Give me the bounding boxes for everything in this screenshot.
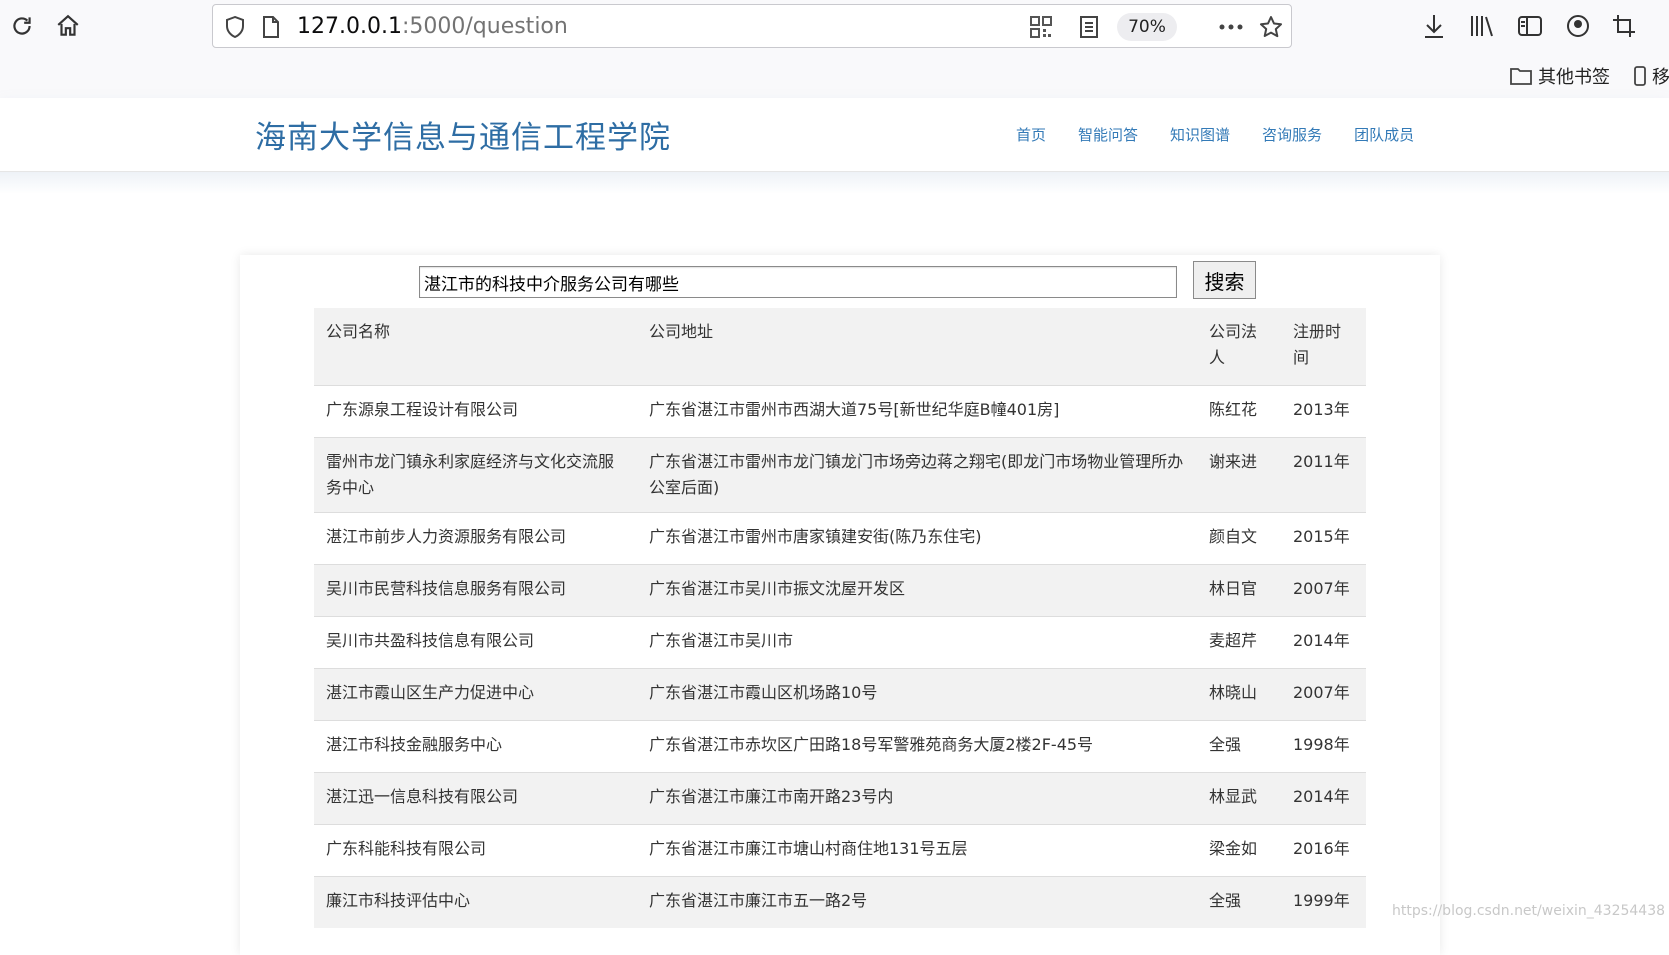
reader-view-icon[interactable] <box>1075 13 1103 41</box>
page-info-icon[interactable] <box>257 13 285 41</box>
header-legal-person: 公司法人 <box>1209 322 1258 367</box>
shield-icon[interactable] <box>221 13 249 41</box>
cell-company-address: 广东省湛江市赤坎区广田路18号军警雅苑商务大厦2楼2F-45号 <box>649 734 1094 754</box>
bookmark-other-label: 其他书签 <box>1538 67 1610 88</box>
search-button[interactable]: 搜索 <box>1193 261 1256 299</box>
cell-company-name: 广东科能科技有限公司 <box>326 838 487 858</box>
cell-company-name: 湛江市科技金融服务中心 <box>326 734 503 754</box>
cell-company-name: 湛江市霞山区生产力促进中心 <box>326 682 535 702</box>
home-icon[interactable] <box>52 10 84 42</box>
cell-register-time: 2014年 <box>1293 630 1350 650</box>
header-company-address: 公司地址 <box>649 322 714 341</box>
table-row: 湛江迅一信息科技有限公司 广东省湛江市廉江市南开路23号内 林显武 2014年 <box>314 772 1366 824</box>
browser-toolbar: 127.0.0.1:5000/question 70% 其他书签 移 <box>0 0 1669 98</box>
cell-legal-person: 全强 <box>1209 890 1242 910</box>
address-bar[interactable]: 127.0.0.1:5000/question 70% <box>212 4 1292 48</box>
cell-register-time: 2014年 <box>1293 786 1350 806</box>
bookmark-star-icon[interactable] <box>1257 13 1285 41</box>
table-row: 湛江市科技金融服务中心 广东省湛江市赤坎区广田路18号军警雅苑商务大厦2楼2F-… <box>314 720 1366 772</box>
table-row: 广东科能科技有限公司 广东省湛江市廉江市塘山村商住地131号五层 梁金如 201… <box>314 824 1366 876</box>
cell-legal-person: 陈红花 <box>1209 399 1258 419</box>
reload-icon[interactable] <box>6 10 38 42</box>
cell-legal-person: 全强 <box>1209 734 1242 754</box>
cell-register-time: 2013年 <box>1293 399 1350 419</box>
library-icon[interactable] <box>1466 10 1498 42</box>
cell-register-time: 2011年 <box>1293 451 1350 471</box>
cell-company-name: 吴川市共盈科技信息有限公司 <box>326 630 535 650</box>
nav-qa[interactable]: 智能问答 <box>1078 124 1138 145</box>
folder-icon <box>1510 68 1532 85</box>
qr-code-icon[interactable] <box>1027 13 1055 41</box>
cell-legal-person: 林晓山 <box>1209 682 1258 702</box>
table-row: 吴川市民营科技信息服务有限公司 广东省湛江市吴川市振文沈屋开发区 林日官 200… <box>314 564 1366 616</box>
site-nav: 首页 智能问答 知识图谱 咨询服务 团队成员 <box>1016 124 1446 145</box>
crop-icon[interactable] <box>1608 10 1640 42</box>
table-row: 廉江市科技评估中心 广东省湛江市廉江市五一路2号 全强 1999年 <box>314 876 1366 928</box>
cell-legal-person: 林日官 <box>1209 578 1258 598</box>
cell-legal-person: 谢来进 <box>1209 451 1258 471</box>
results-table: 公司名称 公司地址 公司法人 注册时间 广东源泉工程设计有限公司 广东省湛江市雷… <box>314 308 1366 928</box>
cell-company-name: 雷州市龙门镇永利家庭经济与文化交流服务中心 <box>326 451 615 497</box>
nav-knowledge-graph[interactable]: 知识图谱 <box>1170 124 1230 145</box>
site-title[interactable]: 海南大学信息与通信工程学院 <box>255 112 671 157</box>
search-input[interactable] <box>419 266 1177 298</box>
cell-company-address: 广东省湛江市吴川市振文沈屋开发区 <box>649 578 906 598</box>
cell-company-address: 广东省湛江市雷州市唐家镇建安街(陈乃东住宅) <box>649 526 982 546</box>
cell-legal-person: 林显武 <box>1209 786 1258 806</box>
cell-register-time: 1999年 <box>1293 890 1350 910</box>
cell-register-time: 2007年 <box>1293 682 1350 702</box>
cell-company-address: 广东省湛江市廉江市五一路2号 <box>649 890 868 910</box>
table-row: 湛江市前步人力资源服务有限公司 广东省湛江市雷州市唐家镇建安街(陈乃东住宅) 颜… <box>314 512 1366 564</box>
cell-company-address: 广东省湛江市雷州市西湖大道75号[新世纪华庭B幢401房] <box>649 399 1060 419</box>
download-icon[interactable] <box>1418 10 1450 42</box>
table-row: 广东源泉工程设计有限公司 广东省湛江市雷州市西湖大道75号[新世纪华庭B幢401… <box>314 385 1366 437</box>
cell-register-time: 2015年 <box>1293 526 1350 546</box>
table-row: 吴川市共盈科技信息有限公司 广东省湛江市吴川市 麦超芹 2014年 <box>314 616 1366 668</box>
cell-legal-person: 梁金如 <box>1209 838 1258 858</box>
cell-company-address: 广东省湛江市吴川市 <box>649 630 794 650</box>
nav-consulting[interactable]: 咨询服务 <box>1262 124 1322 145</box>
cell-company-name: 湛江迅一信息科技有限公司 <box>326 786 519 806</box>
cell-company-address: 广东省湛江市廉江市南开路23号内 <box>649 786 894 806</box>
cell-company-address: 广东省湛江市霞山区机场路10号 <box>649 682 878 702</box>
header-register-time: 注册时间 <box>1293 322 1342 367</box>
cell-company-name: 廉江市科技评估中心 <box>326 890 471 910</box>
cell-register-time: 2016年 <box>1293 838 1350 858</box>
sidebar-icon[interactable] <box>1514 10 1546 42</box>
header-company-name: 公司名称 <box>326 322 391 341</box>
header-divider <box>0 172 1669 194</box>
table-row: 湛江市霞山区生产力促进中心 广东省湛江市霞山区机场路10号 林晓山 2007年 <box>314 668 1366 720</box>
zoom-level[interactable]: 70% <box>1117 13 1177 41</box>
watermark: https://blog.csdn.net/weixin_43254438 <box>1392 903 1666 919</box>
cell-company-name: 吴川市民营科技信息服务有限公司 <box>326 578 567 598</box>
url-host: 127.0.0.1 <box>297 14 402 39</box>
cell-company-address: 广东省湛江市廉江市塘山村商住地131号五层 <box>649 838 968 858</box>
site-header: 海南大学信息与通信工程学院 首页 智能问答 知识图谱 咨询服务 团队成员 <box>0 98 1669 172</box>
cell-legal-person: 麦超芹 <box>1209 630 1258 650</box>
table-row: 雷州市龙门镇永利家庭经济与文化交流服务中心 广东省湛江市雷州市龙门镇龙门市场旁边… <box>314 437 1366 512</box>
bookmark-mobile[interactable]: 移 <box>1634 62 1669 90</box>
cell-company-name: 广东源泉工程设计有限公司 <box>326 399 519 419</box>
nav-home[interactable]: 首页 <box>1016 124 1046 145</box>
cell-register-time: 2007年 <box>1293 578 1350 598</box>
url-text[interactable]: 127.0.0.1:5000/question <box>297 14 568 39</box>
nav-team[interactable]: 团队成员 <box>1354 124 1414 145</box>
bookmark-other[interactable]: 其他书签 <box>1510 62 1610 90</box>
cell-company-name: 湛江市前步人力资源服务有限公司 <box>326 526 567 546</box>
bookmark-mobile-label: 移 <box>1652 67 1669 88</box>
cell-company-address: 广东省湛江市雷州市龙门镇龙门市场旁边蒋之翔宅(即龙门市场物业管理所办公室后面) <box>649 451 1184 497</box>
cell-register-time: 1998年 <box>1293 734 1350 754</box>
account-icon[interactable] <box>1562 10 1594 42</box>
more-actions-icon[interactable] <box>1217 13 1245 41</box>
phone-icon <box>1634 66 1646 86</box>
table-header-row: 公司名称 公司地址 公司法人 注册时间 <box>314 308 1366 385</box>
url-path: :5000/question <box>401 14 568 39</box>
cell-legal-person: 颜自文 <box>1209 526 1258 546</box>
